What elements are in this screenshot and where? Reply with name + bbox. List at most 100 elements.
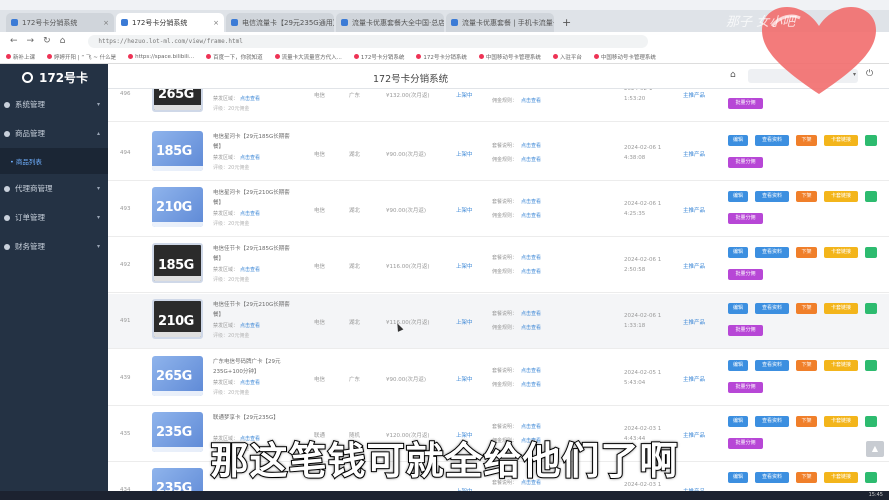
- sidebar-item[interactable]: 系统管理 ▾: [0, 90, 108, 119]
- close-icon[interactable]: ×: [103, 19, 109, 27]
- region-link[interactable]: 点击查看: [240, 96, 260, 102]
- more-button[interactable]: [865, 416, 877, 427]
- region-link[interactable]: 点击查看: [240, 380, 260, 386]
- edit-button[interactable]: 编辑: [728, 416, 748, 427]
- sale-link-button[interactable]: 卡套链接: [824, 135, 858, 146]
- edit-button[interactable]: 编辑: [728, 191, 748, 202]
- bookmark-item[interactable]: 流量卡大流量官方代入...: [274, 53, 342, 61]
- close-icon[interactable]: ×: [213, 19, 219, 27]
- more-button[interactable]: [865, 191, 877, 202]
- edit-button[interactable]: 编辑: [728, 303, 748, 314]
- region-link[interactable]: 点击查看: [240, 155, 260, 161]
- sidebar-item[interactable]: • 商品列表: [0, 148, 108, 174]
- unlist-button[interactable]: 下架: [796, 135, 817, 146]
- back-icon[interactable]: ←: [10, 36, 18, 46]
- edit-button[interactable]: 编辑: [728, 360, 748, 371]
- unlist-button[interactable]: 下架: [796, 247, 817, 258]
- status-badge[interactable]: 上架中: [456, 375, 473, 383]
- more-button[interactable]: [865, 360, 877, 371]
- view-info-button[interactable]: 查看资料: [755, 416, 789, 427]
- bookmark-item[interactable]: 中国移动号卡管理系统: [478, 53, 541, 61]
- rule-link[interactable]: 点击查看: [521, 89, 541, 90]
- more-button[interactable]: [865, 303, 877, 314]
- region-link[interactable]: 点击查看: [240, 267, 260, 273]
- home-icon[interactable]: ⌂: [730, 70, 736, 80]
- rule-link[interactable]: 点击查看: [521, 382, 541, 388]
- view-info-button[interactable]: 查看资料: [755, 191, 789, 202]
- browser-tab[interactable]: 流量卡优惠套餐大全中国·总店×: [336, 13, 444, 32]
- rule-link[interactable]: 点击查看: [521, 325, 541, 331]
- unlist-button[interactable]: 下架: [796, 416, 817, 427]
- status-badge[interactable]: 上架中: [456, 206, 473, 214]
- sale-link-button[interactable]: 卡套链接: [824, 303, 858, 314]
- status-badge[interactable]: 上架中: [456, 262, 473, 270]
- commission-rule: 佣金规则：点击查看: [492, 381, 541, 388]
- url-input[interactable]: https://hezuo.lot-ml.com/view/frame.html: [88, 34, 649, 48]
- edit-button[interactable]: 编辑: [728, 135, 748, 146]
- sale-link-button[interactable]: 卡套链接: [824, 416, 858, 427]
- bookmark-item[interactable]: https://space.bilibili...: [128, 54, 194, 60]
- view-info-button[interactable]: 查看资料: [755, 360, 789, 371]
- sale-link-button[interactable]: 卡套链接: [824, 247, 858, 258]
- province: 湖北: [349, 320, 361, 326]
- rule-link[interactable]: 点击查看: [521, 368, 541, 374]
- commission-rule: 佣金规则：点击查看: [492, 268, 541, 275]
- rule-link[interactable]: 点击查看: [521, 311, 541, 317]
- rule-link[interactable]: 点击查看: [521, 157, 541, 163]
- edit-button[interactable]: 编辑: [728, 247, 748, 258]
- batch-commission-button[interactable]: 批量分佣: [728, 157, 763, 168]
- browser-tab[interactable]: 电信流量卡【29元235G通用】×: [226, 13, 334, 32]
- reload-icon[interactable]: ↻: [43, 36, 51, 46]
- new-tab-button[interactable]: +: [556, 16, 577, 32]
- sidebar-item[interactable]: 商品管理 ▴: [0, 119, 108, 148]
- rule-link[interactable]: 点击查看: [521, 255, 541, 261]
- home-icon[interactable]: ⌂: [60, 36, 66, 46]
- status-badge[interactable]: 上架中: [456, 318, 473, 326]
- bookmark-item[interactable]: 172号卡分销系统: [416, 53, 467, 61]
- sidebar-item[interactable]: 财务管理 ▾: [0, 232, 108, 261]
- batch-commission-button[interactable]: 批量分佣: [728, 325, 763, 336]
- rule-link[interactable]: 点击查看: [521, 213, 541, 219]
- bookmark-item[interactable]: 百度一下，你就知道: [206, 53, 263, 61]
- forward-icon[interactable]: →: [27, 36, 35, 46]
- sidebar-item-label: 商品管理: [15, 129, 45, 138]
- region-link[interactable]: 点击查看: [240, 211, 260, 217]
- more-button[interactable]: [865, 247, 877, 258]
- video-subtitle: 那这笔钱可就全给他们了啊: [209, 438, 679, 484]
- sale-link-button[interactable]: 卡套链接: [824, 360, 858, 371]
- rule-link[interactable]: 点击查看: [521, 269, 541, 275]
- unlist-button[interactable]: 下架: [796, 191, 817, 202]
- batch-commission-button[interactable]: 批量分佣: [728, 213, 763, 224]
- batch-commission-button[interactable]: 批量分佣: [728, 382, 763, 393]
- bookmark-item[interactable]: 中国移动号卡管理系统: [593, 53, 656, 61]
- status-badge[interactable]: 上架中: [456, 150, 473, 158]
- bookmark-item[interactable]: 入驻平台: [552, 53, 582, 61]
- view-info-button[interactable]: 查看资料: [755, 247, 789, 258]
- sale-link-button[interactable]: 卡套链接: [824, 191, 858, 202]
- bookmark-item[interactable]: 婷婷开阳 | “ 飞 ~ 什么是: [47, 53, 116, 61]
- bookmark-item[interactable]: 新补上课: [6, 53, 35, 61]
- more-button[interactable]: [865, 135, 877, 146]
- sidebar-item[interactable]: 代理商管理 ▾: [0, 174, 108, 203]
- browser-tab[interactable]: 172号卡分销系统 ×: [6, 13, 114, 32]
- rule-label: 套餐说明：: [492, 311, 518, 317]
- bookmark-icon: [47, 54, 53, 59]
- status-badge[interactable]: 上架中: [456, 91, 473, 99]
- view-info-button[interactable]: 查看资料: [755, 303, 789, 314]
- region-label: 禁发区域：: [213, 96, 239, 102]
- browser-tab[interactable]: 流量卡优惠套餐 | 手机卡流量卡×: [446, 13, 554, 32]
- unlist-button[interactable]: 下架: [796, 360, 817, 371]
- view-info-button[interactable]: 查看资料: [755, 135, 789, 146]
- browser-tab[interactable]: 172号卡分销系统 ×: [116, 13, 224, 32]
- batch-commission-button[interactable]: 批量分佣: [728, 269, 763, 280]
- date-part: 2024-02-06 1: [624, 201, 662, 207]
- region-link[interactable]: 点击查看: [240, 323, 260, 329]
- rule-link[interactable]: 点击查看: [521, 98, 541, 104]
- tab-favicon-icon: [451, 19, 458, 26]
- rule-link[interactable]: 点击查看: [521, 143, 541, 149]
- bookmark-item[interactable]: 172号卡分销系统: [353, 53, 404, 61]
- rule-link[interactable]: 点击查看: [521, 199, 541, 205]
- batch-commission-button[interactable]: 批量分佣: [728, 98, 763, 109]
- unlist-button[interactable]: 下架: [796, 303, 817, 314]
- sidebar-item[interactable]: 订单管理 ▾: [0, 203, 108, 232]
